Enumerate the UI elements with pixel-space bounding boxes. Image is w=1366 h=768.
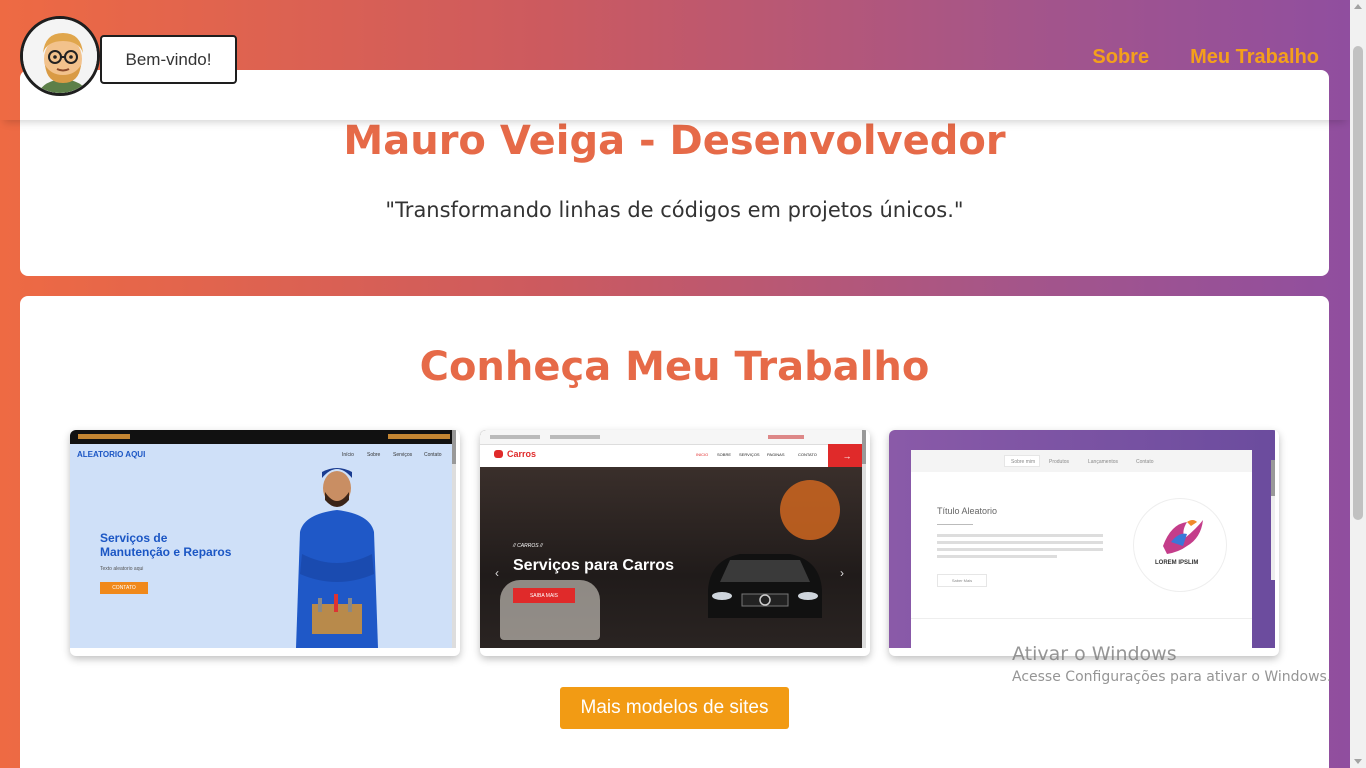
card2-menu-3: PAGINAS [767, 452, 785, 457]
scroll-down-icon[interactable] [1354, 759, 1362, 764]
watermark-subtitle: Acesse Configurações para ativar o Windo… [1012, 669, 1332, 685]
card3-tab-1: Produtos [1049, 459, 1070, 465]
portfolio-card-logo[interactable]: Sobre mim Produtos Lançamentos Contato T… [889, 430, 1279, 656]
nav-link-meu-trabalho[interactable]: Meu Trabalho [1190, 46, 1319, 69]
work-title: Conheça Meu Trabalho [419, 344, 930, 390]
card1-headline-2: Manutenção e Reparos [100, 545, 232, 559]
card2-menu-0: INICIO [696, 452, 709, 457]
card2-menu-2: SERVIÇOS [739, 452, 760, 457]
car-icon [494, 450, 503, 458]
windows-activation-watermark: Ativar o Windows Acesse Configurações pa… [1012, 643, 1331, 685]
mechanic-illustration [296, 468, 378, 648]
page-scrollbar[interactable] [1350, 0, 1366, 768]
bird-logo-icon [1163, 520, 1203, 554]
card2-menu-1: SOBRE [717, 452, 732, 457]
card3-tab-2: Lançamentos [1088, 459, 1119, 465]
card1-menu-0: Início [342, 452, 354, 458]
card-scrollbar[interactable] [862, 430, 866, 648]
work-section: Conheça Meu Trabalho ALEATORIO AQUI Iníc… [20, 296, 1329, 768]
card1-menu-2: Serviços [393, 452, 413, 458]
hero-subtitle: "Transformando linhas de códigos em proj… [385, 198, 964, 222]
card3-tab-0: Sobre mim [1011, 459, 1036, 465]
card1-menu-3: Contato [424, 452, 442, 458]
card2-arrow-button: → [828, 444, 866, 467]
card1-menu-1: Sobre [367, 452, 381, 458]
card1-headline-1: Serviços de [100, 531, 168, 545]
portfolio-card-repairs[interactable]: ALEATORIO AQUI Início Sobre Serviços Con… [70, 430, 460, 656]
nav-link-sobre[interactable]: Sobre [1092, 46, 1149, 69]
carousel-prev-icon: ‹ [495, 566, 499, 580]
card1-contact-button: CONTATO [112, 585, 136, 591]
card2-brand: Carros [507, 449, 537, 459]
avatar[interactable] [20, 16, 100, 96]
more-sites-button[interactable]: Mais modelos de sites [560, 687, 789, 729]
scroll-up-icon[interactable] [1354, 4, 1362, 9]
card3-logo-text: LOREM IPSLIM [1155, 560, 1199, 566]
portfolio-card-cars[interactable]: Carros INICIO SOBRE SERVIÇOS PAGINAS CON… [480, 430, 870, 656]
card-screenshot: Sobre mim Produtos Lançamentos Contato T… [889, 430, 1275, 648]
hero-section: Mauro Veiga - Desenvolvedor "Transforman… [20, 70, 1329, 276]
main-nav: Sobre Meu Trabalho [1092, 46, 1319, 69]
card2-headline: Serviços para Carros [513, 557, 674, 574]
watermark-title: Ativar o Windows [1012, 643, 1177, 665]
card2-menu-4: CONTATO [798, 452, 817, 457]
card1-caption: Texto aleatorio aqui [100, 566, 144, 572]
welcome-badge: Bem-vindo! [100, 35, 237, 84]
card3-headline: Título Aleatorio [937, 506, 998, 516]
card2-kicker: // CARROS // [513, 543, 543, 549]
card-screenshot: Carros INICIO SOBRE SERVIÇOS PAGINAS CON… [480, 430, 866, 648]
card2-more-button: SAIBA MAIS [529, 592, 559, 599]
card3-more-button: Saber Mais [951, 578, 973, 583]
carousel-next-icon: › [840, 566, 844, 580]
card-screenshot: ALEATORIO AQUI Início Sobre Serviços Con… [70, 430, 456, 648]
car-illustration [708, 554, 822, 618]
card1-brand: ALEATORIO AQUI [77, 450, 146, 459]
card-scrollbar[interactable] [452, 430, 456, 648]
card3-tab-3: Contato [1136, 459, 1154, 465]
card-scrollbar[interactable] [1271, 460, 1275, 580]
scrollbar-thumb[interactable] [1353, 46, 1363, 520]
hero-title: Mauro Veiga - Desenvolvedor [343, 118, 1006, 164]
